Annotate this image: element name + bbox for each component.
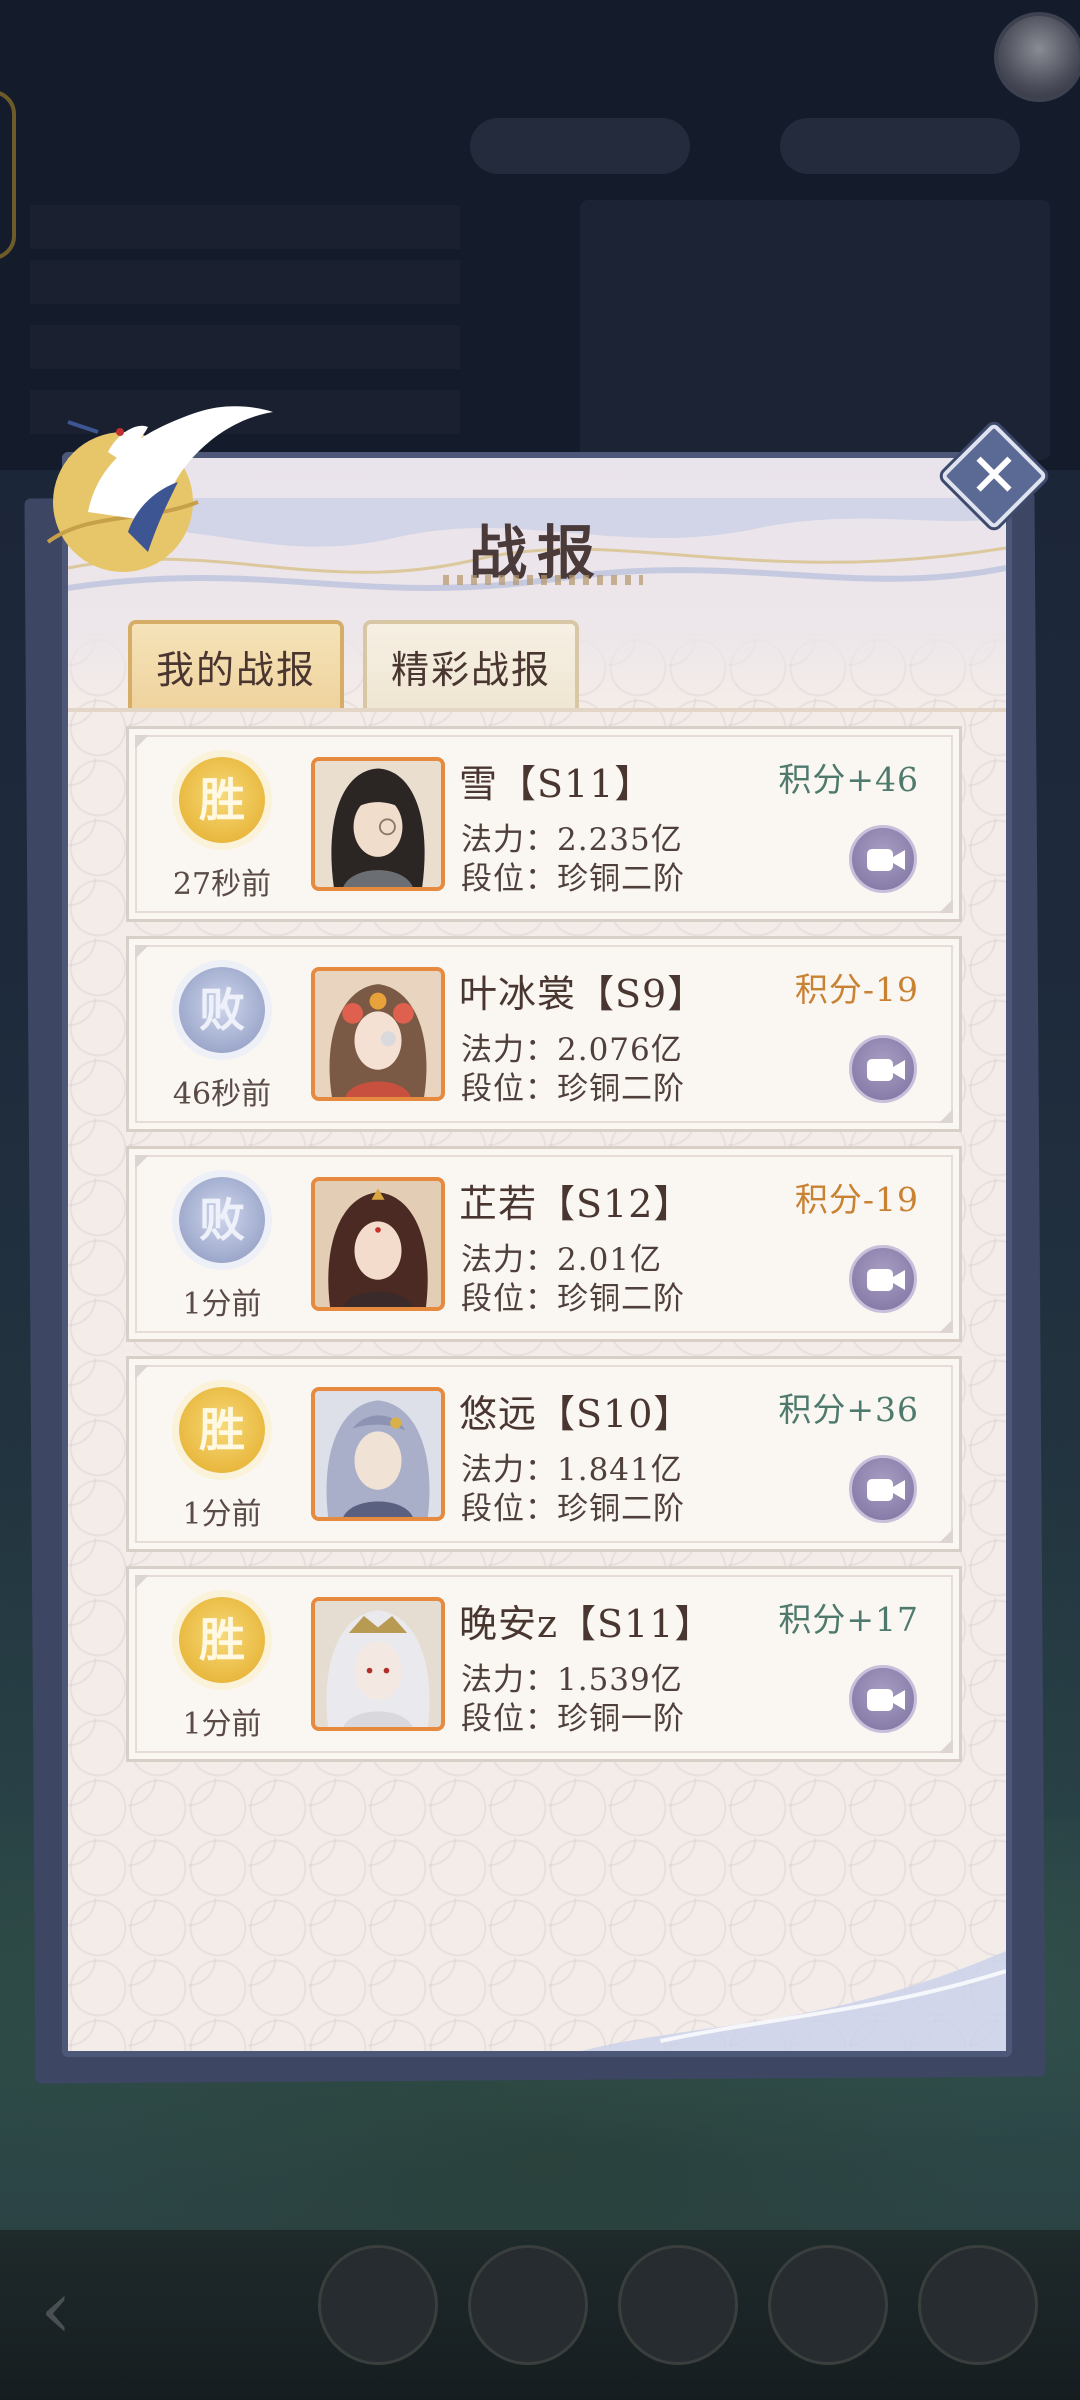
report-card: 败 1分前 芷若【S12】 法力：2.01亿 段位：珍铜二阶 积分-19	[126, 1146, 962, 1342]
player-name: 雪【S11】	[459, 762, 654, 806]
rank-label: 段位：	[461, 1281, 557, 1317]
tab-highlight-reports[interactable]: 精彩战报	[363, 620, 579, 712]
win-badge-icon: 胜	[179, 757, 265, 843]
time-ago: 1分前	[182, 1707, 262, 1742]
tab-my-reports[interactable]: 我的战报	[128, 620, 344, 712]
background-nav-button	[318, 2245, 438, 2365]
report-card: 胜 1分前 悠远【S10】 法力：1.841亿 段位：珍铜二阶 积分+36	[126, 1356, 962, 1552]
score-change: 积分+17	[778, 1600, 919, 1639]
replay-button[interactable]	[849, 1245, 917, 1313]
time-ago: 1分前	[182, 1497, 262, 1532]
player-avatar[interactable]	[311, 1177, 445, 1311]
background-avatar	[994, 12, 1080, 102]
title-underline-decoration	[443, 575, 643, 585]
rank-value: 珍铜二阶	[557, 1491, 685, 1527]
background-right-panel	[580, 200, 1050, 460]
player-rank: 段位：珍铜一阶	[461, 1693, 685, 1738]
card-corner-decoration	[939, 1739, 953, 1753]
card-corner-decoration	[135, 1365, 149, 1379]
crane-icon	[46, 406, 273, 572]
background-list-row	[30, 325, 460, 369]
rank-label: 段位：	[461, 1491, 557, 1527]
win-badge-icon: 胜	[179, 1597, 265, 1683]
report-card: 胜 27秒前 雪【S11】 法力：2.235亿 段位：珍铜二阶 积分+46	[126, 726, 962, 922]
player-name: 叶冰裳【S9】	[459, 972, 707, 1016]
player-avatar[interactable]	[311, 967, 445, 1101]
rank-value: 珍铜二阶	[557, 861, 685, 897]
replay-button[interactable]	[849, 1035, 917, 1103]
bottom-wave-decoration	[581, 1951, 1006, 2051]
card-corner-decoration	[135, 945, 149, 959]
report-list: 胜 27秒前 雪【S11】 法力：2.235亿 段位：珍铜二阶 积分+46 败 …	[126, 726, 962, 1776]
time-ago: 46秒前	[172, 1077, 272, 1112]
card-corner-decoration	[135, 1575, 149, 1589]
win-badge-icon: 胜	[179, 1387, 265, 1473]
card-corner-decoration	[135, 735, 149, 749]
rank-value: 珍铜二阶	[557, 1281, 685, 1317]
background-side-tab	[0, 90, 16, 260]
battle-report-modal: 战报 我的战报 精彩战报 胜 27秒前 雪【S11】 法力：2.235亿 段位：…	[62, 452, 1012, 2057]
card-corner-decoration	[135, 1155, 149, 1169]
video-camera-icon	[867, 1059, 905, 1081]
replay-button[interactable]	[849, 1455, 917, 1523]
player-avatar[interactable]	[311, 1387, 445, 1521]
player-rank: 段位：珍铜二阶	[461, 1063, 685, 1108]
close-icon[interactable]: ✕	[956, 438, 1032, 514]
card-corner-decoration	[939, 899, 953, 913]
lose-badge-icon: 败	[179, 1177, 265, 1263]
report-card: 败 46秒前 叶冰裳【S9】 法力：2.076亿 段位：珍铜二阶 积分-19	[126, 936, 962, 1132]
avatar-portrait-icon	[315, 1601, 441, 1727]
rank-value: 珍铜二阶	[557, 1071, 685, 1107]
background-list-row	[30, 260, 460, 304]
rank-value: 珍铜一阶	[557, 1701, 685, 1737]
avatar-portrait-icon	[315, 971, 441, 1097]
video-camera-icon	[867, 1479, 905, 1501]
player-name: 晚安z【S11】	[459, 1602, 714, 1646]
card-corner-decoration	[939, 1529, 953, 1543]
video-camera-icon	[867, 849, 905, 871]
player-name: 悠远【S10】	[459, 1392, 693, 1436]
player-name: 芷若【S12】	[459, 1182, 693, 1226]
rank-label: 段位：	[461, 1701, 557, 1737]
background-resource-pill	[780, 118, 1020, 174]
avatar-portrait-icon	[315, 1181, 441, 1307]
avatar-portrait-icon	[315, 1391, 441, 1517]
score-change: 积分+36	[778, 1390, 919, 1429]
player-rank: 段位：珍铜二阶	[461, 1483, 685, 1528]
player-rank: 段位：珍铜二阶	[461, 1273, 685, 1318]
video-camera-icon	[867, 1689, 905, 1711]
score-change: 积分-19	[794, 1180, 919, 1219]
score-change: 积分-19	[794, 970, 919, 1009]
background-list-row	[30, 205, 460, 249]
background-nav-button	[768, 2245, 888, 2365]
player-rank: 段位：珍铜二阶	[461, 853, 685, 898]
player-avatar[interactable]	[311, 757, 445, 891]
replay-button[interactable]	[849, 1665, 917, 1733]
back-arrow-icon: ‹	[40, 2263, 72, 2356]
player-avatar[interactable]	[311, 1597, 445, 1731]
rank-label: 段位：	[461, 1071, 557, 1107]
avatar-portrait-icon	[315, 761, 441, 887]
rank-label: 段位：	[461, 861, 557, 897]
score-change: 积分+46	[778, 760, 919, 799]
background-nav-button	[618, 2245, 738, 2365]
tab-divider	[68, 708, 1006, 712]
lose-badge-icon: 败	[179, 967, 265, 1053]
replay-button[interactable]	[849, 825, 917, 893]
card-corner-decoration	[939, 1109, 953, 1123]
time-ago: 1分前	[182, 1287, 262, 1322]
video-camera-icon	[867, 1269, 905, 1291]
report-card: 胜 1分前 晚安z【S11】 法力：1.539亿 段位：珍铜一阶 积分+17	[126, 1566, 962, 1762]
card-corner-decoration	[939, 1319, 953, 1333]
time-ago: 27秒前	[172, 867, 272, 902]
background-nav-button	[918, 2245, 1038, 2365]
background-nav-button	[468, 2245, 588, 2365]
background-resource-pill	[470, 118, 690, 174]
